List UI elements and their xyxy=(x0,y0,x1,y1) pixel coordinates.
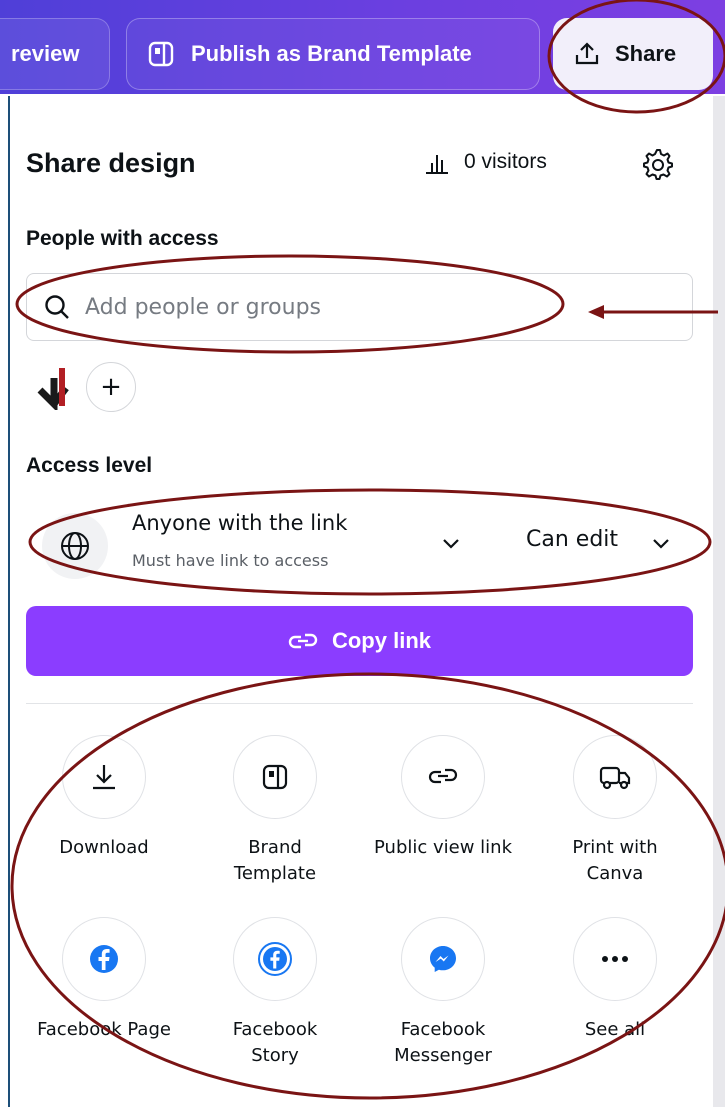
share-upload-icon xyxy=(573,40,601,68)
option-facebook-messenger[interactable]: Facebook Messenger xyxy=(358,917,528,1069)
option-label: Facebook Messenger xyxy=(394,1019,492,1066)
permission-dropdown[interactable]: Can edit xyxy=(526,527,618,552)
add-people-search[interactable] xyxy=(26,273,693,341)
option-facebook-page[interactable]: Facebook Page xyxy=(19,917,189,1043)
option-download[interactable]: Download xyxy=(19,735,189,861)
preview-button[interactable]: review xyxy=(0,18,110,90)
link-icon xyxy=(401,735,485,819)
facebook-story-icon xyxy=(233,917,317,1001)
option-facebook-story[interactable]: Facebook Story xyxy=(190,917,360,1069)
access-level-row: Anyone with the link Must have link to a… xyxy=(36,505,696,585)
bar-chart-icon xyxy=(424,149,450,175)
option-see-all[interactable]: See all xyxy=(530,917,700,1043)
plus-icon: + xyxy=(100,372,122,402)
copy-link-button[interactable]: Copy link xyxy=(26,606,693,676)
copy-link-label: Copy link xyxy=(331,628,431,653)
option-label: Facebook Page xyxy=(37,1019,171,1040)
option-label: See all xyxy=(584,1019,646,1040)
divider xyxy=(26,703,693,704)
panel-edge xyxy=(713,96,725,1107)
gear-icon[interactable] xyxy=(640,147,674,185)
option-print-with-canva[interactable]: Print with Canva xyxy=(530,735,700,887)
option-label: Download xyxy=(59,837,149,858)
option-label: Print with Canva xyxy=(572,837,658,884)
more-icon xyxy=(573,917,657,1001)
brand-template-icon xyxy=(147,40,175,68)
panel-title: Share design xyxy=(26,148,196,178)
visitors-count: 0 visitors xyxy=(464,150,547,173)
chevron-down-icon[interactable] xyxy=(650,533,672,559)
link-scope-dropdown[interactable]: Anyone with the link xyxy=(132,511,347,535)
top-toolbar: review Publish as Brand Template Share xyxy=(0,0,725,94)
visitors-button[interactable]: 0 visitors xyxy=(424,149,547,175)
facebook-icon xyxy=(62,917,146,1001)
brand-template-icon xyxy=(233,735,317,819)
chevron-down-icon[interactable] xyxy=(440,533,462,559)
option-label: Facebook Story xyxy=(232,1019,318,1066)
link-scope-description: Must have link to access xyxy=(132,551,329,570)
truck-icon xyxy=(573,735,657,819)
link-icon xyxy=(288,630,318,652)
download-icon xyxy=(62,735,146,819)
avatar[interactable] xyxy=(36,364,86,413)
search-icon xyxy=(43,293,71,321)
access-level-heading: Access level xyxy=(26,454,153,477)
preview-label: review xyxy=(11,41,80,66)
share-button[interactable]: Share xyxy=(553,18,713,90)
option-public-view-link[interactable]: Public view link xyxy=(358,735,528,861)
people-access-heading: People with access xyxy=(26,227,219,250)
option-label: Public view link xyxy=(374,837,512,858)
publish-label: Publish as Brand Template xyxy=(191,41,472,66)
globe-icon xyxy=(42,513,108,579)
option-brand-template[interactable]: Brand Template xyxy=(190,735,360,887)
messenger-icon xyxy=(401,917,485,1001)
add-people-input[interactable] xyxy=(85,294,645,320)
add-person-button[interactable]: + xyxy=(86,362,136,412)
option-label: Brand Template xyxy=(233,837,317,884)
share-label: Share xyxy=(615,41,677,66)
publish-brand-template-button[interactable]: Publish as Brand Template xyxy=(126,18,540,90)
